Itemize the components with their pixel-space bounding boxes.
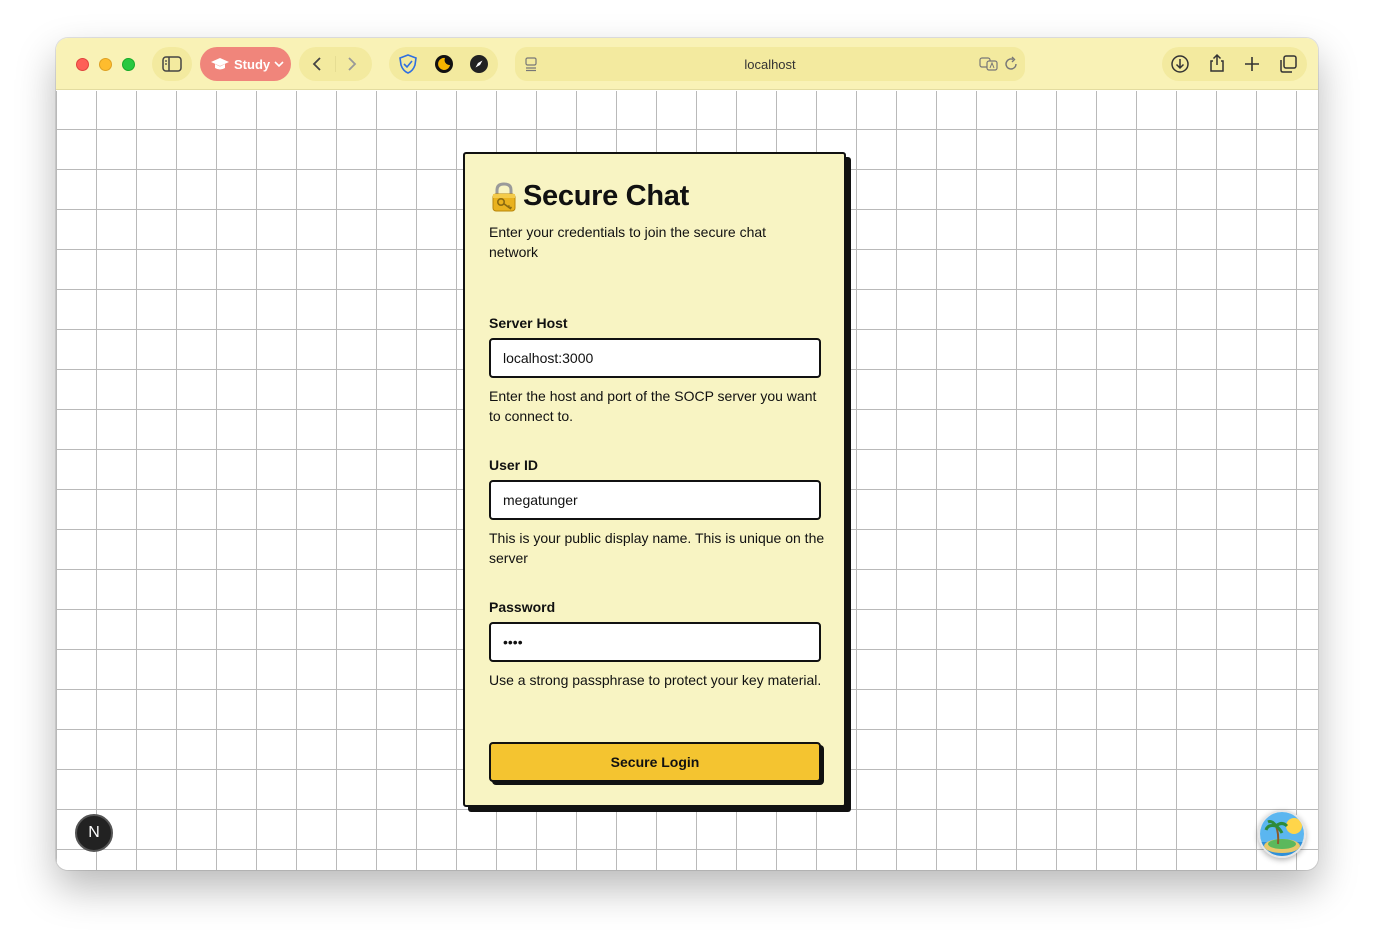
dark-mode-icon[interactable] (434, 54, 454, 74)
server-host-help: Enter the host and port of the SOCP serv… (489, 388, 817, 424)
tab-overview-icon[interactable] (1278, 54, 1298, 74)
dev-tools-badge[interactable]: N (75, 814, 113, 852)
password-label: Password (489, 599, 556, 615)
server-host-input[interactable] (489, 338, 821, 378)
lock-with-key-icon (489, 181, 519, 213)
user-id-label: User ID (489, 457, 539, 473)
sidebar-toggle-button[interactable] (152, 47, 192, 81)
browser-window: Study localhost Secure Chat Enter your c… (56, 38, 1318, 870)
study-label: Study (234, 56, 271, 72)
page-subtitle: Enter your credentials to join the secur… (489, 224, 767, 260)
minimize-window-button[interactable] (99, 58, 112, 71)
compass-icon[interactable] (469, 54, 489, 74)
study-mode-button[interactable]: Study (200, 47, 291, 81)
browser-toolbar: Study localhost (56, 38, 1318, 90)
secure-login-button[interactable]: Secure Login (489, 742, 821, 782)
address-bar[interactable]: localhost (515, 47, 1025, 81)
password-help: Use a strong passphrase to protect your … (489, 672, 822, 688)
url-text: localhost (744, 57, 796, 72)
login-card: Secure Chat Enter your credentials to jo… (463, 152, 846, 807)
page-content: Secure Chat Enter your credentials to jo… (56, 91, 1318, 870)
shield-icon[interactable] (398, 54, 418, 74)
user-id-input[interactable] (489, 480, 821, 520)
sidebar-icon (162, 56, 182, 72)
chevron-down-icon (274, 61, 284, 68)
server-host-label: Server Host (489, 315, 568, 331)
page-title: Secure Chat (523, 180, 689, 212)
title-row: Secure Chat (489, 180, 689, 213)
translate-icon[interactable] (979, 56, 999, 72)
forward-icon[interactable] (346, 56, 358, 72)
new-tab-icon[interactable] (1243, 55, 1261, 73)
download-icon[interactable] (1170, 54, 1190, 74)
toolbar-actions (1162, 47, 1307, 81)
navigation-buttons (299, 47, 372, 81)
close-window-button[interactable] (76, 58, 89, 71)
zoom-window-button[interactable] (122, 58, 135, 71)
island-avatar-icon[interactable] (1258, 810, 1306, 858)
share-icon[interactable] (1207, 53, 1227, 73)
graduation-cap-icon (211, 58, 229, 70)
user-id-help: This is your public display name. This i… (489, 530, 825, 566)
password-input[interactable] (489, 622, 821, 662)
extensions-bar (389, 47, 498, 81)
reload-icon[interactable] (1003, 56, 1019, 72)
back-icon[interactable] (311, 56, 323, 72)
